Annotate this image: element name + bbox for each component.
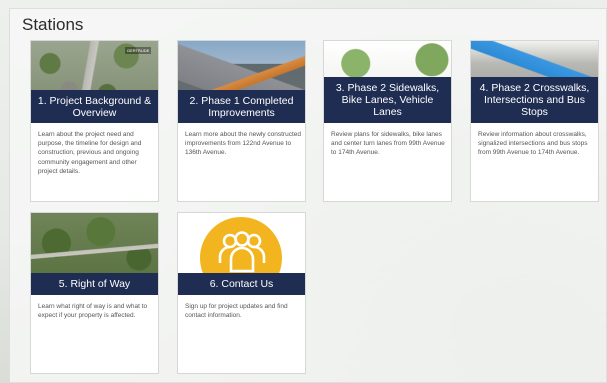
station-card-5[interactable]: 5. Right of Way Learn what right of way … <box>30 212 159 374</box>
page-title: Stations <box>22 15 84 34</box>
station-label[interactable]: 1. Project Background & Overview <box>31 90 158 123</box>
station-card-1[interactable]: GERTRUDE 1. Project Background & Overvie… <box>30 40 159 202</box>
station-card-4[interactable]: 4. Phase 2 Crosswalks, Intersections and… <box>470 40 599 202</box>
station-label[interactable]: 3. Phase 2 Sidewalks, Bike Lanes, Vehicl… <box>324 77 451 123</box>
station-label[interactable]: 5. Right of Way <box>31 273 158 295</box>
station-description: Learn what right of way is and what to e… <box>38 303 148 320</box>
station-card-2[interactable]: 2. Phase 1 Completed Improvements Learn … <box>177 40 306 202</box>
station-label[interactable]: 2. Phase 1 Completed Improvements <box>178 90 305 123</box>
station-card-6[interactable]: 6. Contact Us Sign up for project update… <box>177 212 306 374</box>
station-card-3[interactable]: 3. Phase 2 Sidewalks, Bike Lanes, Vehicl… <box>323 40 452 202</box>
station-description: Review plans for sidewalks, bike lanes a… <box>331 131 445 157</box>
station-description: Review information about crosswalks, sig… <box>478 131 588 157</box>
map-tag: GERTRUDE <box>125 47 152 54</box>
station-description: Learn about the project need and purpose… <box>38 131 142 175</box>
station-label[interactable]: 6. Contact Us <box>178 273 305 295</box>
people-group-icon <box>218 231 266 273</box>
station-description: Learn more about the newly constructed i… <box>185 131 301 157</box>
station-label[interactable]: 4. Phase 2 Crosswalks, Intersections and… <box>471 77 598 123</box>
station-description: Sign up for project updates and find con… <box>185 303 288 320</box>
